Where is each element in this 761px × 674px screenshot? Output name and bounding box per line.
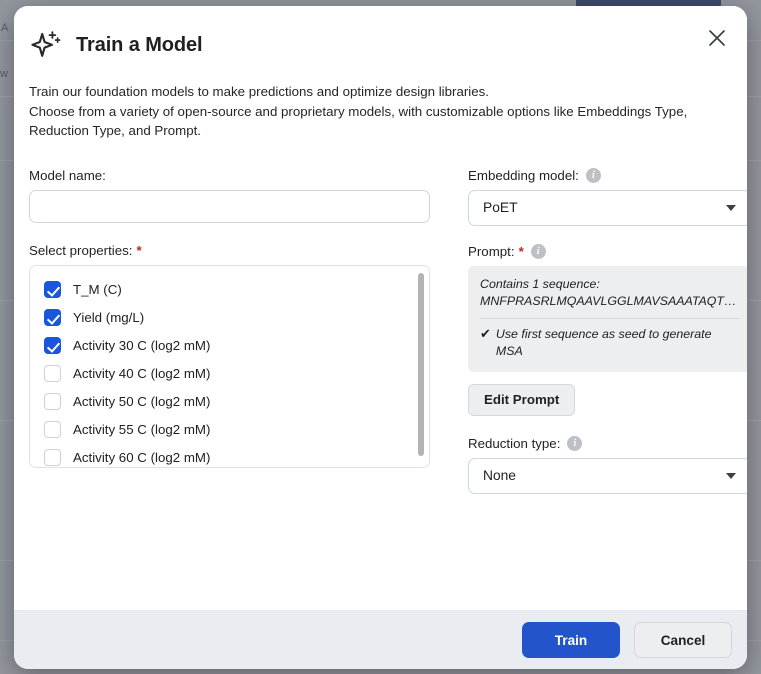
- list-item-label: Activity 60 C (log2 mM): [73, 450, 211, 465]
- page-title: Train a Model: [76, 33, 203, 56]
- model-name-label-text: Model name:: [29, 167, 106, 183]
- checkbox-yield[interactable]: [44, 309, 61, 326]
- background-cell-text: w: [0, 68, 8, 80]
- list-item[interactable]: Activity 30 C (log2 mM): [44, 332, 429, 360]
- edit-prompt-button[interactable]: Edit Prompt: [468, 383, 576, 416]
- chevron-down-icon: [726, 204, 736, 211]
- dialog-body: Train a Model Train our foundation model…: [14, 6, 747, 610]
- checkbox-activity-55[interactable]: [44, 421, 61, 438]
- train-button[interactable]: Train: [522, 622, 620, 658]
- required-asterisk: *: [518, 243, 524, 259]
- info-icon[interactable]: i: [530, 243, 546, 259]
- prompt-summary: Contains 1 sequence: MNFPRASRLMQAAVLGGLM…: [468, 265, 747, 372]
- cancel-button[interactable]: Cancel: [634, 622, 732, 658]
- form-columns: Model name: Select properties: * T_M (C): [14, 167, 747, 494]
- prompt-msa-row: ✔ Use first sequence as seed to generate…: [480, 326, 739, 360]
- list-item[interactable]: Activity 60 C (log2 mM): [44, 444, 429, 467]
- info-icon[interactable]: i: [585, 167, 601, 183]
- prompt-contains-line: Contains 1 sequence:: [480, 276, 600, 291]
- checkbox-activity-40[interactable]: [44, 365, 61, 382]
- properties-scrollbar-thumb[interactable]: [418, 272, 424, 456]
- checkbox-tm-c[interactable]: [44, 281, 61, 298]
- check-icon: ✔: [480, 325, 491, 341]
- close-icon[interactable]: [703, 24, 731, 52]
- select-properties-label: Select properties: *: [29, 243, 445, 258]
- reduction-type-label: Reduction type: i: [468, 435, 747, 451]
- list-item[interactable]: Yield (mg/L): [44, 304, 429, 332]
- dialog-header: Train a Model: [14, 6, 747, 62]
- description-line-3: Reduction Type, and Prompt.: [29, 123, 201, 138]
- sparkle-icon: [29, 28, 63, 62]
- checkbox-activity-60[interactable]: [44, 449, 61, 466]
- list-item[interactable]: Activity 50 C (log2 mM): [44, 388, 429, 416]
- chevron-down-icon: [726, 472, 736, 479]
- description-line-2: Choose from a variety of open-source and…: [29, 103, 688, 119]
- prompt-label-text: Prompt:: [468, 243, 515, 259]
- model-name-label: Model name:: [29, 168, 445, 183]
- reduction-type-value: None: [483, 468, 516, 483]
- info-icon[interactable]: i: [567, 435, 583, 451]
- list-item-label: Activity 55 C (log2 mM): [73, 422, 211, 437]
- list-item-label: Activity 30 C (log2 mM): [73, 338, 211, 353]
- list-item-label: T_M (C): [73, 282, 122, 297]
- prompt-sequence: MNFPRASRLMQAAVLGGLMAVSAAATAQTNP…: [480, 293, 739, 308]
- background-cell-text: A: [1, 22, 9, 34]
- divider: [480, 317, 739, 319]
- list-item-label: Activity 50 C (log2 mM): [73, 394, 211, 409]
- embedding-model-label-text: Embedding model:: [468, 167, 579, 183]
- list-item-label: Yield (mg/L): [73, 310, 145, 325]
- model-name-input[interactable]: [29, 189, 430, 223]
- checkbox-activity-50[interactable]: [44, 393, 61, 410]
- prompt-label: Prompt: * i: [468, 243, 747, 259]
- list-item[interactable]: Activity 40 C (log2 mM): [44, 360, 429, 388]
- list-item-label: Activity 40 C (log2 mM): [73, 366, 211, 381]
- list-item[interactable]: T_M (C): [44, 276, 429, 304]
- left-column: Model name: Select properties: * T_M (C): [29, 168, 445, 494]
- properties-scrollbar[interactable]: [418, 272, 424, 462]
- background-column-divider: [6, 120, 7, 640]
- select-properties-label-text: Select properties:: [29, 242, 133, 258]
- list-item[interactable]: Activity 55 C (log2 mM): [44, 416, 429, 444]
- properties-scroll-area: T_M (C) Yield (mg/L) Activity 30 C (log2…: [30, 276, 429, 467]
- properties-list[interactable]: T_M (C) Yield (mg/L) Activity 30 C (log2…: [29, 264, 430, 468]
- reduction-type-select[interactable]: None: [468, 457, 747, 494]
- checkbox-activity-30[interactable]: [44, 337, 61, 354]
- required-asterisk: *: [136, 242, 142, 258]
- dialog-footer: Train Cancel: [14, 610, 747, 669]
- embedding-model-select[interactable]: PoET: [468, 189, 747, 226]
- right-column: Embedding model: i PoET Prompt: * i Cont…: [468, 167, 747, 494]
- dialog-description: Train our foundation models to make pred…: [29, 82, 729, 141]
- prompt-msa-text: Use first sequence as seed to generate M…: [495, 326, 712, 358]
- embedding-model-label: Embedding model: i: [468, 167, 747, 183]
- description-line-1: Train our foundation models to make pred…: [29, 84, 489, 99]
- train-a-model-dialog: Train a Model Train our foundation model…: [14, 6, 747, 669]
- reduction-type-label-text: Reduction type:: [468, 435, 561, 451]
- embedding-model-value: PoET: [483, 200, 518, 215]
